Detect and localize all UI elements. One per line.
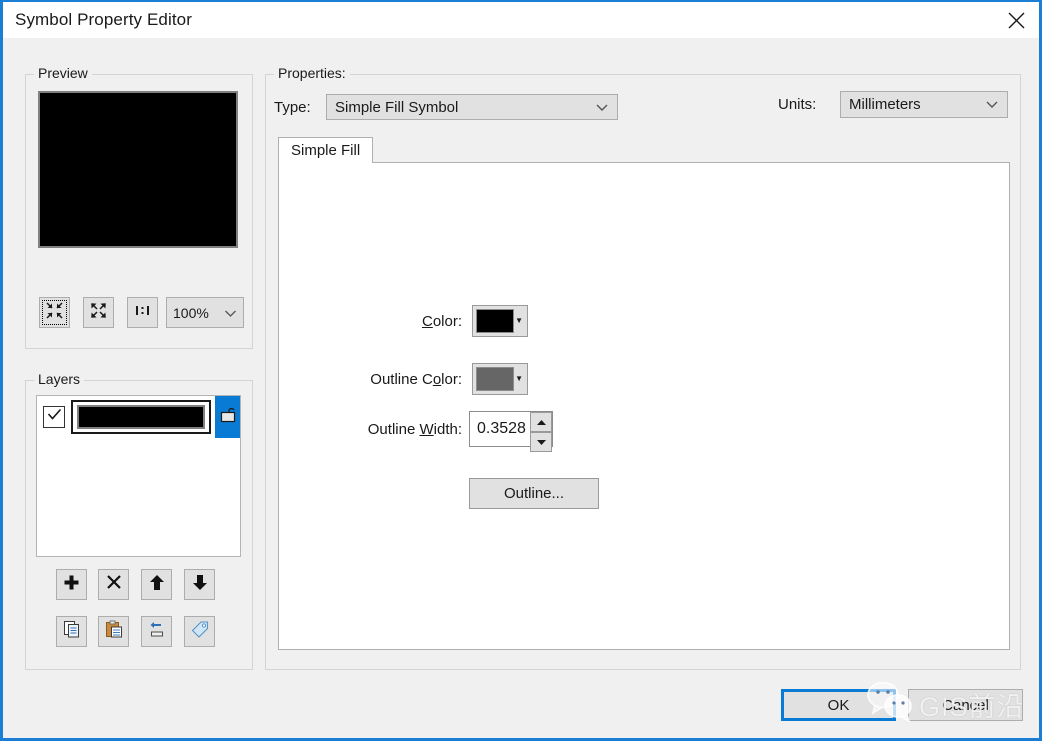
- outline-color-label-pre: Outline C: [370, 371, 433, 388]
- units-select[interactable]: Millimeters: [840, 91, 1008, 118]
- tag-layer-button[interactable]: [184, 616, 215, 647]
- layer-list[interactable]: [36, 395, 241, 557]
- outline-button[interactable]: Outline...: [469, 478, 599, 509]
- paste-layer-button[interactable]: [98, 616, 129, 647]
- preview-group: Preview: [25, 74, 253, 349]
- outline-color-swatch: [476, 367, 514, 391]
- preview-actual-size-button[interactable]: [127, 297, 158, 328]
- arrow-up-icon: [149, 574, 165, 596]
- actual-size-icon: [133, 301, 152, 325]
- triangle-up-icon: [536, 413, 547, 431]
- outline-color-label: Outline Color:: [307, 371, 462, 388]
- preview-zoom-select[interactable]: 100%: [166, 297, 244, 328]
- outline-button-label: Outline...: [504, 485, 564, 502]
- units-label: Units:: [778, 96, 816, 113]
- zoom-out-icon: [89, 301, 108, 325]
- cancel-button[interactable]: Cancel: [908, 689, 1023, 721]
- layers-group: Layers: [25, 380, 253, 670]
- chevron-down-icon: [985, 96, 999, 113]
- move-layer-down-button[interactable]: [184, 569, 215, 600]
- close-icon: [1007, 11, 1026, 30]
- arrow-down-icon: [192, 574, 208, 596]
- move-layer-up-button[interactable]: [141, 569, 172, 600]
- paste-icon: [105, 620, 123, 643]
- color-label-mnemonic: C: [422, 313, 433, 330]
- layer-lock-button[interactable]: [215, 396, 241, 438]
- outline-width-label: Outline Width:: [299, 421, 462, 438]
- plus-icon: [63, 574, 80, 596]
- chevron-down-icon: [595, 99, 609, 116]
- fill-color-button[interactable]: ▼: [472, 305, 528, 337]
- outline-color-button[interactable]: ▼: [472, 363, 528, 395]
- symbol-property-editor-dialog: Symbol Property Editor Preview: [0, 0, 1042, 741]
- chevron-down-icon: [224, 305, 237, 321]
- chevron-down-icon: ▼: [515, 375, 523, 383]
- copy-icon: [63, 620, 81, 643]
- layer-visibility-checkbox[interactable]: [43, 406, 65, 428]
- layers-group-label: Layers: [34, 371, 84, 387]
- symbol-type-value: Simple Fill Symbol: [335, 99, 458, 116]
- tag-icon: [191, 620, 209, 643]
- tab-simple-fill[interactable]: Simple Fill: [278, 137, 373, 164]
- spinner: [530, 412, 552, 446]
- add-layer-button[interactable]: [56, 569, 87, 600]
- ok-button[interactable]: OK: [781, 689, 896, 721]
- preview-canvas: [38, 91, 238, 248]
- outline-width-stepper[interactable]: 0.3528: [469, 411, 553, 447]
- color-label: Color:: [362, 313, 462, 330]
- delete-layer-button[interactable]: [98, 569, 129, 600]
- title-bar: Symbol Property Editor: [3, 2, 1039, 38]
- list-item[interactable]: [37, 396, 240, 438]
- triangle-down-icon: [536, 433, 547, 451]
- properties-group: Properties: Type: Simple Fill Symbol Uni…: [265, 74, 1021, 670]
- outline-width-label-mnemonic: W: [419, 421, 433, 438]
- close-button[interactable]: [993, 2, 1039, 38]
- fill-color-swatch: [476, 309, 514, 333]
- outline-width-label-post: idth:: [434, 421, 462, 438]
- check-icon: [47, 408, 62, 426]
- copy-layer-button[interactable]: [56, 616, 87, 647]
- tab-strip: Simple Fill: [278, 137, 1010, 163]
- preview-zoom-in-button[interactable]: [39, 297, 70, 328]
- units-value: Millimeters: [849, 96, 921, 113]
- properties-group-label: Properties:: [274, 65, 350, 81]
- tab-simple-fill-label: Simple Fill: [291, 142, 360, 159]
- outline-color-label-post: lor:: [441, 371, 462, 388]
- lock-icon: [220, 406, 237, 428]
- outline-width-label-pre: Outline: [368, 421, 420, 438]
- apply-layer-button[interactable]: [141, 616, 172, 647]
- color-label-rest: olor:: [433, 313, 462, 330]
- cancel-button-label: Cancel: [942, 697, 989, 714]
- close-x-icon: [106, 574, 122, 595]
- chevron-down-icon: ▼: [515, 317, 523, 325]
- type-label: Type:: [274, 99, 311, 116]
- ok-button-label: OK: [828, 697, 850, 714]
- window-title: Symbol Property Editor: [15, 10, 192, 30]
- outline-color-label-mnemonic: o: [433, 371, 441, 388]
- preview-zoom-value: 100%: [173, 305, 209, 321]
- layer-symbol-swatch: [77, 405, 205, 429]
- layer-symbol-preview: [71, 400, 211, 434]
- simple-fill-panel: Color: ▼ Outline Color: ▼ Outline Width:…: [278, 163, 1010, 650]
- preview-group-label: Preview: [34, 65, 92, 81]
- zoom-in-icon: [45, 301, 64, 325]
- spinner-up-button[interactable]: [530, 412, 552, 432]
- spinner-down-button[interactable]: [530, 432, 552, 452]
- undo-arrow-icon: [148, 620, 166, 643]
- outline-width-input[interactable]: 0.3528: [470, 420, 530, 438]
- preview-zoom-out-button[interactable]: [83, 297, 114, 328]
- symbol-type-select[interactable]: Simple Fill Symbol: [326, 94, 618, 120]
